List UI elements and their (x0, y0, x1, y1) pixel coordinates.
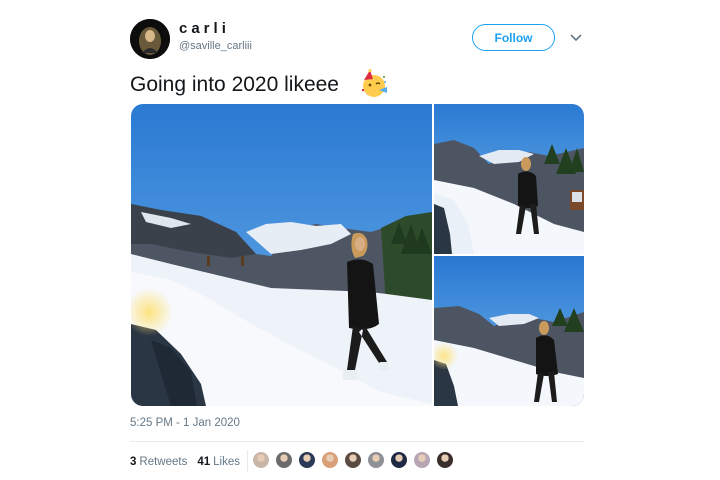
retweets-count: 3 (130, 456, 137, 468)
divider (130, 441, 584, 442)
chevron-down-icon[interactable] (569, 31, 583, 45)
liker-avatar[interactable] (321, 451, 339, 469)
tweet-photo-3[interactable] (434, 256, 584, 406)
liker-avatars (252, 451, 459, 469)
liker-avatar[interactable] (436, 451, 454, 469)
avatar[interactable] (130, 19, 170, 59)
display-name[interactable]: carli (179, 20, 230, 37)
liker-avatar[interactable] (367, 451, 385, 469)
tweet-timestamp[interactable]: 5:25 PM - 1 Jan 2020 (130, 417, 240, 429)
retweets-label: Retweets (139, 456, 188, 468)
user-handle[interactable]: @saville_carliii (179, 40, 252, 52)
liker-avatar[interactable] (390, 451, 408, 469)
tweet-text: Going into 2020 likeee (130, 73, 339, 96)
liker-avatar[interactable] (298, 451, 316, 469)
liker-avatar[interactable] (275, 451, 293, 469)
tweet-card: carli @saville_carliii Follow Going into… (0, 0, 720, 480)
liker-avatar[interactable] (344, 451, 362, 469)
tweet-photo-main[interactable] (131, 104, 432, 406)
liker-avatar[interactable] (252, 451, 270, 469)
media-grid (131, 104, 584, 406)
stats-separator (247, 450, 248, 472)
retweets-stat[interactable]: 3 Retweets (130, 456, 187, 468)
tweet-photo-2[interactable] (434, 104, 584, 254)
likes-label: Likes (213, 456, 240, 468)
likes-stat[interactable]: 41 Likes (197, 456, 240, 468)
liker-avatar[interactable] (413, 451, 431, 469)
follow-button[interactable]: Follow (472, 24, 555, 51)
party-face-emoji-icon (362, 69, 387, 97)
likes-count: 41 (197, 456, 211, 468)
tweet-stats: 3 Retweets 41 Likes (130, 453, 250, 471)
